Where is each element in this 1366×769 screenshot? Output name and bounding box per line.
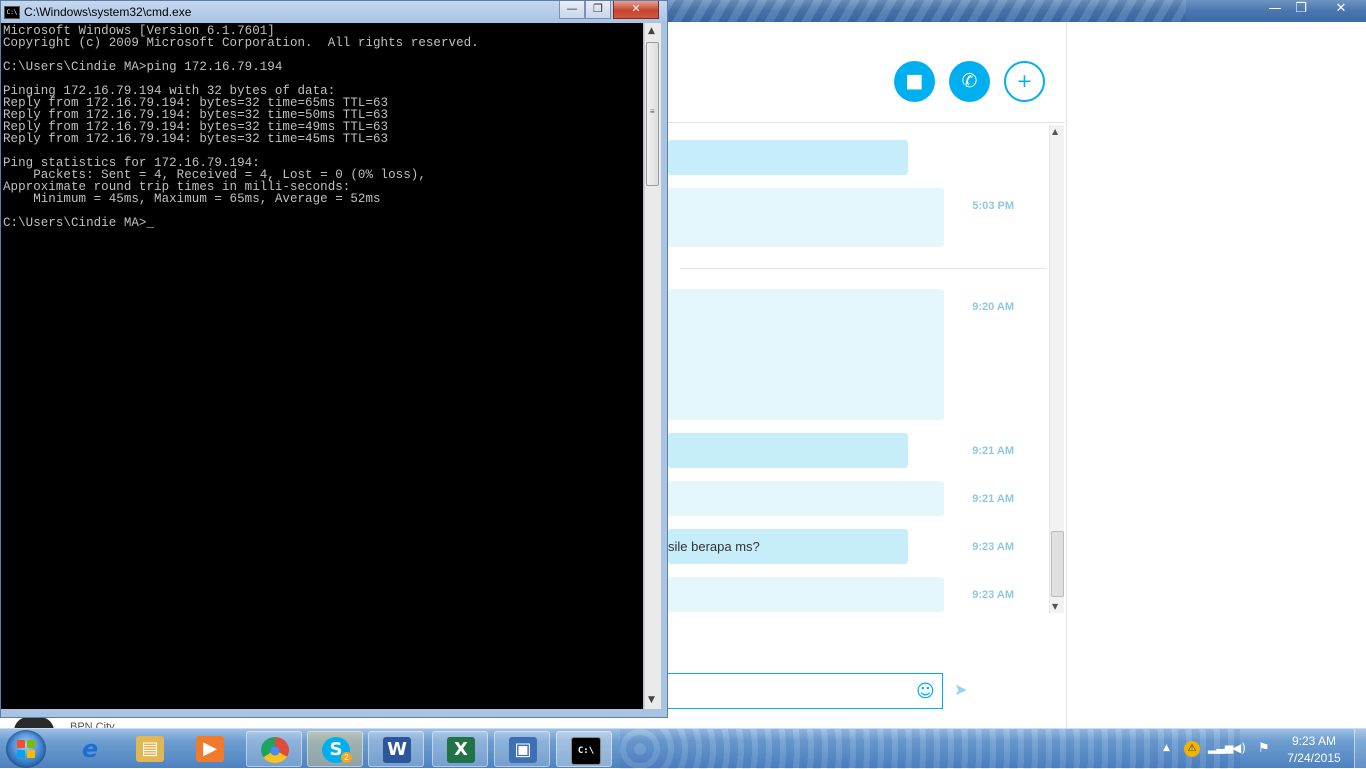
close-button[interactable]: ✕ xyxy=(613,1,659,19)
header-divider xyxy=(668,122,1065,123)
video-camera-icon: ■ xyxy=(905,70,924,92)
video-call-button[interactable]: ■ xyxy=(894,61,935,102)
message-time: 9:23 AM xyxy=(972,589,1014,601)
taskbar-word[interactable]: W xyxy=(368,731,424,767)
message-bubble xyxy=(668,433,908,468)
emoji-icon[interactable]: ☺ xyxy=(916,681,935,702)
notification-app-icon[interactable]: ⚠ xyxy=(1184,741,1200,757)
message-time: 9:20 AM xyxy=(972,301,1014,313)
internet-explorer-icon: e xyxy=(81,735,99,763)
maximize-button[interactable]: ❐ xyxy=(585,1,611,19)
add-person-icon: + xyxy=(1016,70,1033,92)
voice-call-button[interactable]: ✆ xyxy=(949,61,990,102)
scroll-up-arrow-icon[interactable]: ▲ xyxy=(648,26,655,36)
message-bubble xyxy=(668,481,944,516)
minimize-button[interactable]: — xyxy=(559,1,585,19)
message-text: sile berapa ms? xyxy=(668,539,760,554)
date-divider xyxy=(680,268,1046,269)
titlebar-pattern xyxy=(666,0,1186,22)
taskbar-cmd[interactable]: C:\ xyxy=(556,731,612,767)
excel-icon: X xyxy=(447,737,475,763)
taskbar-windows-explorer[interactable]: ▤ xyxy=(122,731,178,767)
word-icon: W xyxy=(383,737,411,763)
console-output[interactable]: Microsoft Windows [Version 6.1.7601] Cop… xyxy=(1,23,643,709)
network-icon[interactable]: ▂▃▅ xyxy=(1208,741,1233,754)
message-bubble: sile berapa ms? xyxy=(668,529,908,564)
windows-logo-icon xyxy=(17,740,35,758)
volume-icon[interactable]: ◀) xyxy=(1232,741,1246,755)
show-hidden-icons-icon[interactable]: ▲ xyxy=(1163,743,1170,753)
scroll-down-arrow-icon[interactable]: ▼ xyxy=(1052,602,1058,611)
conversation-scrollbar[interactable]: ▲ ▼ xyxy=(1049,125,1064,613)
message-bubble xyxy=(668,289,944,420)
media-player-icon: ▶ xyxy=(196,736,224,762)
cmd-icon: C:\ xyxy=(571,737,601,765)
skype-close-button[interactable]: ✕ xyxy=(1329,0,1353,18)
clock-time[interactable]: 9:23 AM xyxy=(1286,734,1342,748)
console-scrollbar[interactable]: ▲ ≡ ▼ xyxy=(644,23,661,709)
message-time: 5:03 PM xyxy=(972,200,1014,212)
scrollbar-thumb[interactable]: ≡ xyxy=(646,42,659,186)
send-icon[interactable]: ➤ xyxy=(954,680,967,699)
cmd-titlebar[interactable]: C:\ C:\Windows\system32\cmd.exe — ❐ ✕ xyxy=(1,1,667,23)
chrome-icon: ● xyxy=(261,737,289,763)
message-time: 9:21 AM xyxy=(972,445,1014,457)
message-bubble xyxy=(668,577,944,612)
skype-maximize-button[interactable]: ❐ xyxy=(1289,0,1313,18)
remote-desktop-icon: ▣ xyxy=(509,737,537,763)
message-time: 9:23 AM xyxy=(972,541,1014,553)
console-text: Microsoft Windows [Version 6.1.7601] Cop… xyxy=(3,24,479,230)
window-title: C:\Windows\system32\cmd.exe xyxy=(24,5,192,19)
scrollbar-thumb[interactable] xyxy=(1051,531,1064,597)
scroll-up-arrow-icon[interactable]: ▲ xyxy=(1052,127,1058,136)
phone-icon: ✆ xyxy=(961,70,978,92)
message-bubble xyxy=(668,140,908,175)
start-button[interactable] xyxy=(6,730,46,768)
message-time: 9:21 AM xyxy=(972,493,1014,505)
taskbar-remote-desktop[interactable]: ▣ xyxy=(494,731,550,767)
cmd-app-icon[interactable]: C:\ xyxy=(4,6,20,19)
cmd-window: C:\ C:\Windows\system32\cmd.exe — ❐ ✕ Mi… xyxy=(0,0,668,718)
taskbar-chrome[interactable]: ● xyxy=(246,731,302,767)
skype-minimize-button[interactable]: — xyxy=(1263,0,1287,18)
grip-icon: ≡ xyxy=(650,107,655,116)
add-people-button[interactable]: + xyxy=(1004,61,1045,102)
taskbar-skype[interactable]: S 2 xyxy=(307,731,363,767)
show-desktop-button[interactable] xyxy=(1354,729,1366,769)
taskbar-internet-explorer[interactable]: e xyxy=(62,731,118,767)
clock-date[interactable]: 7/24/2015 xyxy=(1283,751,1345,765)
taskbar-pattern xyxy=(620,729,1240,769)
message-input[interactable] xyxy=(668,673,943,709)
taskbar: e ▤ ▶ ● S 2 W X ▣ C:\ ▲ ⚠ ▂▃▅ ◀) ⚑ 9:23 … xyxy=(0,728,1366,769)
unread-badge: 2 xyxy=(341,752,352,763)
action-center-icon[interactable]: ⚑ xyxy=(1258,741,1270,756)
message-bubble xyxy=(668,188,944,247)
scroll-down-arrow-icon[interactable]: ▼ xyxy=(648,695,655,705)
taskbar-media-player[interactable]: ▶ xyxy=(182,731,238,767)
taskbar-excel[interactable]: X xyxy=(432,731,488,767)
folder-icon: ▤ xyxy=(136,736,164,762)
